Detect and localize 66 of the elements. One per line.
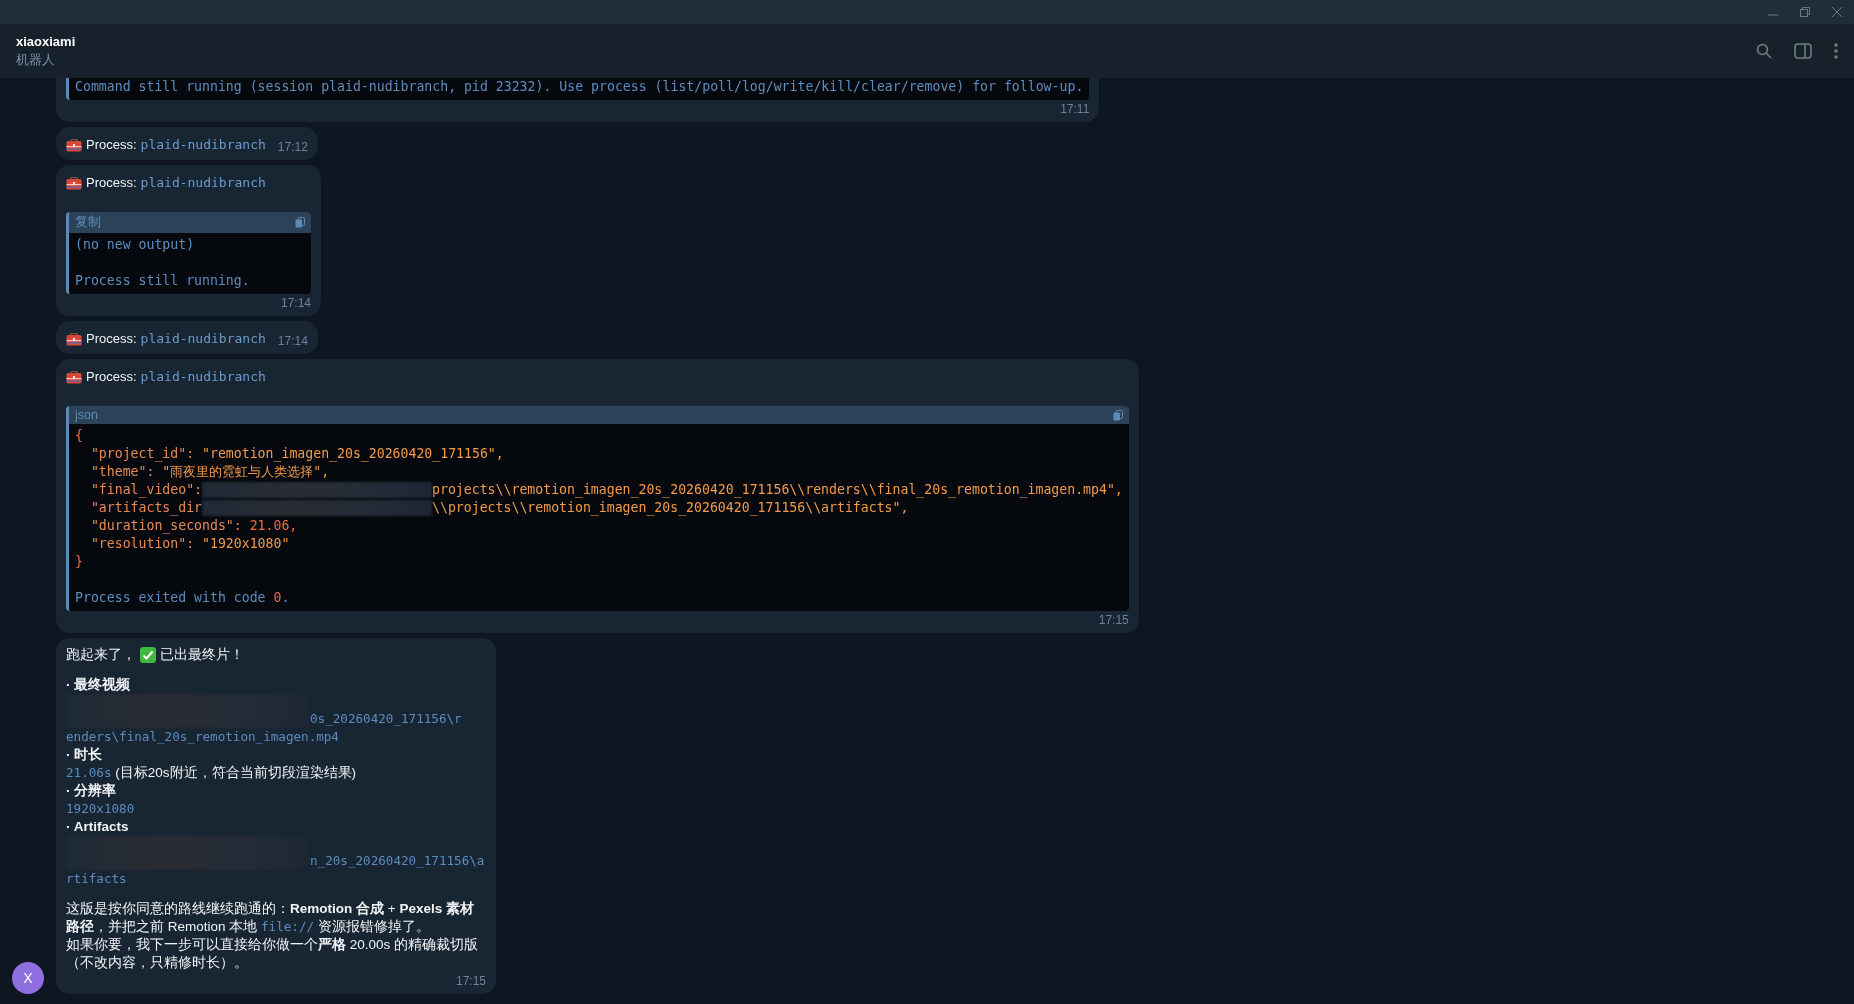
code-text: 0 <box>273 589 282 607</box>
chat-title: xiaoxiami <box>16 33 76 49</box>
restore-icon[interactable] <box>1800 7 1810 17</box>
code-text: Process still running. <box>75 272 250 290</box>
message-time: 17:11 <box>1060 102 1090 116</box>
toolbox-icon <box>66 175 82 190</box>
code-text: "theme": <box>89 463 156 481</box>
message-text: 已出最终片！ <box>160 646 244 664</box>
process-name: plaid-nudibranch <box>140 331 266 346</box>
process-label: Process: <box>86 137 137 152</box>
file-path: 0s_20260420_171156\r <box>310 710 462 728</box>
code-text: "project_id": <box>89 445 196 463</box>
process-label: Process: <box>86 331 137 346</box>
toolbox-icon <box>66 137 82 152</box>
message-paragraph: 如果你要，我下一步可以直接给你做一个严格 20.00s 的精确裁切版（不改内容，只精修时长）。 <box>66 936 480 972</box>
process-name: plaid-nudibranch <box>140 369 266 384</box>
bullet-heading: · 时长 <box>66 746 104 764</box>
bullet-heading: · Artifacts <box>66 818 130 836</box>
file-path: rtifacts <box>66 870 128 888</box>
file-path: 1920x1080 <box>66 800 136 818</box>
code-text: . <box>281 589 290 607</box>
file-path: enders\final_20s_remotion_imagen.mp4 <box>66 728 340 746</box>
code-text: "remotion_imagen_20s_20260420_171156", <box>202 445 504 463</box>
code-text: Command still running (session plaid-nudibranch, pid 23232). Use process (list/poll/log/write/kill/clear/remove) for follow-up. <box>75 78 1084 96</box>
search-icon[interactable] <box>1756 43 1772 59</box>
code-text: "resolution": <box>89 535 196 553</box>
process-label: Process: <box>86 175 137 190</box>
chat-subtitle: 机器人 <box>16 51 56 69</box>
duration-value: 21.06s <box>66 765 112 780</box>
file-path: n_20s_20260420_171156\a <box>310 852 485 870</box>
code-text: Process exited with code <box>75 589 267 607</box>
message-time: 17:14 <box>280 296 311 310</box>
code-text: (no new output) <box>75 236 195 254</box>
code-text: { <box>75 427 83 445</box>
avatar[interactable]: X <box>12 962 44 994</box>
check-mark-icon <box>140 647 156 663</box>
message-time: 17:15 <box>1098 613 1129 627</box>
copy-icon[interactable] <box>1112 409 1123 421</box>
toolbox-icon <box>66 369 82 384</box>
process-label: Process: <box>86 369 137 384</box>
message-text: 跑起来了， <box>66 646 136 664</box>
code-text: 21.06, <box>249 517 298 535</box>
process-name: plaid-nudibranch <box>140 175 266 190</box>
copy-icon[interactable] <box>295 217 305 228</box>
message-time: 17:14 <box>277 334 308 348</box>
code-text: \\projects\\remotion_imagen_20s_20260420_171156\\artifacts", <box>432 499 909 517</box>
code-text: "1920x1080" <box>202 535 290 553</box>
duration-note: (目标20s附近，符合当前切段渲染结果) <box>115 765 357 780</box>
code-text: projects\\remotion_imagen_20s_20260420_171156\\renders\\final_20s_remotion_imagen.mp4", <box>432 481 1123 499</box>
close-icon[interactable] <box>1832 7 1842 17</box>
toolbox-icon <box>66 331 82 346</box>
code-language: json <box>75 408 98 422</box>
code-text: "final_video": <box>89 481 203 499</box>
code-text: "artifacts_dir <box>89 499 203 517</box>
more-icon[interactable] <box>1834 43 1838 59</box>
code-text: "duration_seconds": <box>89 517 243 535</box>
code-language: 复制 <box>75 214 101 231</box>
code-text: } <box>75 553 83 571</box>
code-text: "雨夜里的霓虹与人类选择", <box>162 463 330 481</box>
bullet-heading: · 分辨率 <box>66 782 118 800</box>
bullet-heading: · 最终视频 <box>66 676 132 694</box>
side-panel-icon[interactable] <box>1794 43 1812 59</box>
process-name: plaid-nudibranch <box>140 137 266 152</box>
message-time: 17:12 <box>277 140 308 154</box>
message-time: 17:15 <box>455 974 486 988</box>
message-paragraph: 这版是按你同意的路线继续跑通的：Remotion 合成 + Pexels 素材路径，并把之前 Remotion 本地 file:// 资源报错修掉了。 <box>66 900 475 936</box>
